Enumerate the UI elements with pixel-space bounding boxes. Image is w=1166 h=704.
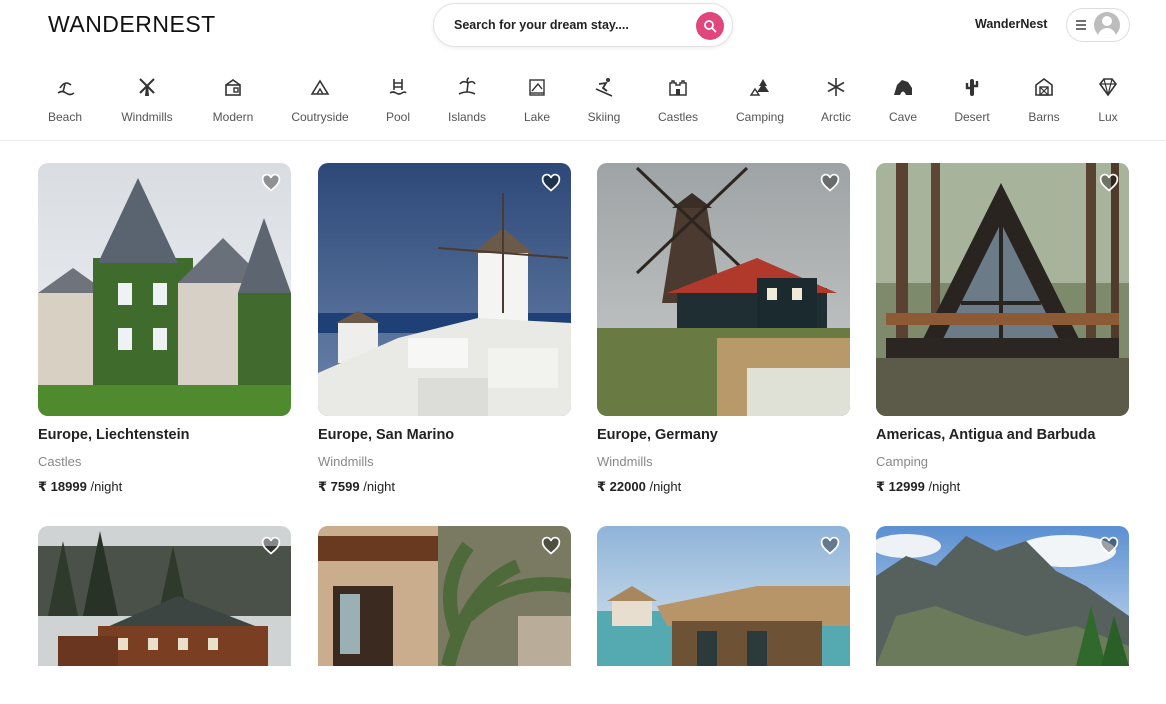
site-logo[interactable]: WANDERNEST <box>48 11 216 38</box>
skiing-icon <box>595 78 613 97</box>
mountain-photo[interactable] <box>876 526 1129 666</box>
diamond-icon <box>1098 78 1118 97</box>
category-cave[interactable]: Cave <box>888 76 918 124</box>
user-menu-button[interactable] <box>1066 8 1130 42</box>
heart-icon[interactable] <box>541 173 561 193</box>
search-input[interactable]: Search for your dream stay.... <box>454 18 629 32</box>
forest-lodge-photo[interactable] <box>38 526 291 666</box>
category-desert[interactable]: Desert <box>952 76 992 124</box>
category-islands[interactable]: Islands <box>446 76 488 124</box>
heart-icon[interactable] <box>261 536 281 556</box>
category-bar: Beach Windmills Modern Coutryside Pool I… <box>0 76 1166 140</box>
listing-card[interactable]: Europe, Germany Windmills ₹ 22000 /night <box>597 163 850 495</box>
listing-card[interactable] <box>876 526 1129 666</box>
pool-icon <box>389 79 407 95</box>
beach-icon <box>57 82 75 96</box>
host-link[interactable]: WanderNest <box>975 17 1047 31</box>
mountain-icon <box>310 79 330 95</box>
category-coutryside[interactable]: Coutryside <box>288 76 352 124</box>
listing-price: ₹ 7599 /night <box>318 479 396 494</box>
category-lux[interactable]: Lux <box>1094 76 1122 124</box>
listing-card[interactable]: Europe, San Marino Windmills ₹ 7599 /nig… <box>318 163 571 495</box>
listing-location: Europe, Liechtenstein <box>38 427 190 443</box>
listing-category: Camping <box>876 454 929 469</box>
listing-card[interactable] <box>318 526 571 666</box>
listing-price: ₹ 18999 /night <box>38 479 123 494</box>
category-skiing[interactable]: Skiing <box>586 76 622 124</box>
lake-icon <box>529 79 545 96</box>
listing-location: Americas, Antigua and Barbuda <box>876 427 1096 443</box>
listing-card[interactable] <box>38 526 291 666</box>
search-button[interactable] <box>696 12 724 40</box>
listing-category: Windmills <box>318 454 374 469</box>
menu-icon <box>1076 20 1086 30</box>
windmill-village-photo[interactable] <box>318 163 571 416</box>
listing-price: ₹ 22000 /night <box>597 479 682 494</box>
heart-icon[interactable] <box>261 173 281 193</box>
category-castles[interactable]: Castles <box>656 76 700 124</box>
snowflake-icon <box>827 78 845 96</box>
category-beach[interactable]: Beach <box>44 76 86 124</box>
top-navbar: WANDERNEST Search for your dream stay...… <box>0 0 1166 50</box>
listing-card[interactable] <box>597 526 850 666</box>
listing-card[interactable]: Europe, Liechtenstein Castles ₹ 18999 /n… <box>38 163 291 495</box>
category-lake[interactable]: Lake <box>522 76 552 124</box>
category-divider <box>0 140 1166 141</box>
a-frame-cabin-photo[interactable] <box>876 163 1129 416</box>
barn-icon <box>1035 78 1053 96</box>
category-windmills[interactable]: Windmills <box>116 76 178 124</box>
water-villa-photo[interactable] <box>597 526 850 666</box>
island-icon <box>458 77 476 95</box>
category-arctic[interactable]: Arctic <box>818 76 854 124</box>
modern-house-icon <box>225 79 241 96</box>
listing-category: Windmills <box>597 454 653 469</box>
listing-card[interactable]: Americas, Antigua and Barbuda Camping ₹ … <box>876 163 1129 495</box>
tropical-apartment-photo[interactable] <box>318 526 571 666</box>
heart-icon[interactable] <box>541 536 561 556</box>
castle-icon <box>669 80 687 96</box>
cave-icon <box>894 80 912 95</box>
heart-icon[interactable] <box>1099 173 1119 193</box>
castle-photo[interactable] <box>38 163 291 416</box>
listing-price: ₹ 12999 /night <box>876 479 961 494</box>
category-pool[interactable]: Pool <box>382 76 414 124</box>
windmill-icon <box>139 78 155 96</box>
search-icon <box>704 20 717 33</box>
category-barns[interactable]: Barns <box>1026 76 1062 124</box>
search-bar[interactable]: Search for your dream stay.... <box>433 3 733 47</box>
camping-icon <box>749 79 769 96</box>
listing-category: Castles <box>38 454 82 469</box>
windmill-farm-photo[interactable] <box>597 163 850 416</box>
listing-location: Europe, San Marino <box>318 427 455 443</box>
category-camping[interactable]: Camping <box>734 76 786 124</box>
category-modern[interactable]: Modern <box>210 76 256 124</box>
heart-icon[interactable] <box>1099 536 1119 556</box>
avatar <box>1094 12 1120 38</box>
cactus-icon <box>965 79 979 96</box>
heart-icon[interactable] <box>820 173 840 193</box>
heart-icon[interactable] <box>820 536 840 556</box>
listing-location: Europe, Germany <box>597 427 718 443</box>
